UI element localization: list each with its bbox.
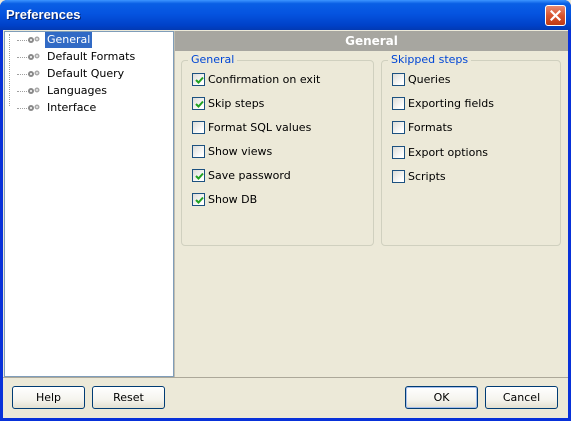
checkbox-label: Format SQL values bbox=[208, 120, 312, 134]
show-views-checkbox[interactable]: Show views bbox=[192, 143, 272, 159]
checkbox-box[interactable] bbox=[392, 72, 405, 86]
close-button[interactable] bbox=[545, 5, 566, 26]
checkbox-box[interactable] bbox=[192, 192, 205, 206]
tree-item-label: Default Query bbox=[47, 67, 125, 80]
checkbox-box[interactable] bbox=[192, 168, 205, 182]
settings-gears-icon bbox=[28, 104, 40, 111]
save-password-checkbox[interactable]: Save password bbox=[192, 167, 291, 183]
export-options-checkbox[interactable]: Export options bbox=[392, 144, 488, 160]
settings-gears-icon bbox=[28, 36, 40, 43]
panel-header: General bbox=[175, 31, 568, 51]
preferences-tree[interactable]: General Default Formats Default Query La… bbox=[4, 31, 174, 377]
tree-item-label: Languages bbox=[47, 84, 108, 97]
checkbox-label: Show DB bbox=[208, 192, 258, 206]
checkbox-box[interactable] bbox=[192, 144, 205, 158]
queries-checkbox[interactable]: Queries bbox=[392, 71, 450, 87]
skipped-steps-group-title: Skipped steps bbox=[388, 53, 472, 67]
checkbox-label: Confirmation on exit bbox=[208, 72, 321, 86]
settings-gears-icon bbox=[28, 87, 40, 94]
tree-connector bbox=[9, 34, 10, 106]
title-bar[interactable]: Preferences bbox=[0, 0, 571, 30]
checkbox-label: Save password bbox=[208, 168, 291, 182]
skip-steps-checkbox[interactable]: Skip steps bbox=[192, 95, 264, 111]
checkmark-icon bbox=[195, 172, 204, 180]
show-db-checkbox[interactable]: Show DB bbox=[192, 191, 257, 207]
window-title: Preferences bbox=[6, 7, 81, 22]
checkbox-box[interactable] bbox=[392, 169, 405, 183]
checkbox-box[interactable] bbox=[392, 120, 405, 134]
skipped-steps-groupbox: Skipped steps Queries Exporting fields F… bbox=[381, 53, 561, 246]
formats-checkbox[interactable]: Formats bbox=[392, 119, 453, 135]
scripts-checkbox[interactable]: Scripts bbox=[392, 168, 446, 184]
checkbox-box[interactable] bbox=[192, 120, 205, 134]
help-button[interactable]: Help bbox=[12, 386, 85, 409]
settings-gears-icon bbox=[28, 70, 40, 77]
tree-item-label: General bbox=[45, 32, 93, 48]
format-sql-values-checkbox[interactable]: Format SQL values bbox=[192, 119, 311, 135]
checkbox-box[interactable] bbox=[392, 145, 405, 159]
checkmark-icon bbox=[195, 76, 204, 84]
general-group-title: General bbox=[188, 53, 238, 67]
tree-item-label: Interface bbox=[47, 101, 97, 114]
checkbox-label: Exporting fields bbox=[408, 96, 494, 110]
checkbox-label: Show views bbox=[208, 144, 273, 158]
dialog-client: General Default Formats Default Query La… bbox=[3, 30, 568, 418]
checkbox-label: Formats bbox=[408, 120, 453, 134]
checkbox-label: Scripts bbox=[408, 169, 446, 183]
preferences-window: Preferences General Default Formats Defa… bbox=[0, 0, 571, 421]
checkbox-box[interactable] bbox=[192, 72, 205, 86]
checkbox-box[interactable] bbox=[392, 96, 405, 110]
settings-panel: General General Confirmation on exit Ski… bbox=[174, 31, 568, 377]
settings-gears-icon bbox=[28, 53, 40, 60]
close-icon bbox=[550, 10, 561, 21]
confirmation-on-exit-checkbox[interactable]: Confirmation on exit bbox=[192, 71, 320, 87]
ok-button[interactable]: OK bbox=[405, 386, 478, 409]
checkbox-label: Queries bbox=[408, 72, 451, 86]
exporting-fields-checkbox[interactable]: Exporting fields bbox=[392, 95, 494, 111]
footer-separator bbox=[3, 377, 568, 378]
reset-button[interactable]: Reset bbox=[92, 386, 165, 409]
checkbox-box[interactable] bbox=[192, 96, 205, 110]
general-groupbox: General Confirmation on exit Skip steps … bbox=[181, 53, 374, 246]
checkmark-icon bbox=[195, 100, 204, 108]
checkbox-label: Skip steps bbox=[208, 96, 265, 110]
cancel-button[interactable]: Cancel bbox=[485, 386, 558, 409]
checkbox-label: Export options bbox=[408, 145, 489, 159]
tree-item-label: Default Formats bbox=[47, 50, 136, 63]
checkmark-icon bbox=[195, 196, 204, 204]
